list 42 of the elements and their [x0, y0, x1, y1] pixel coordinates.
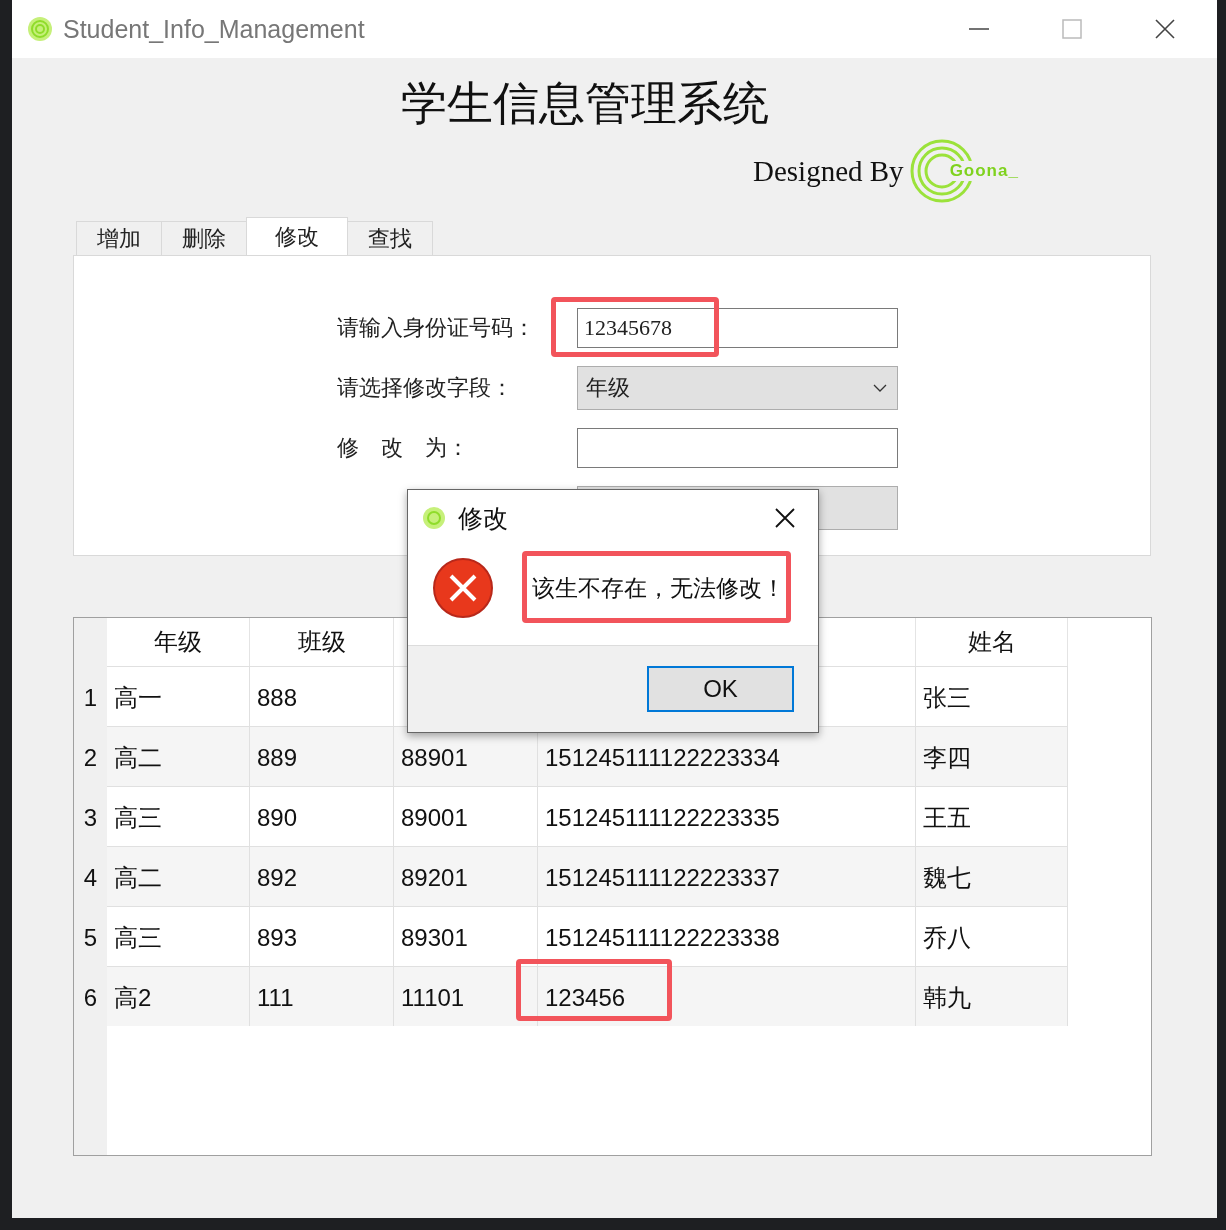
close-icon[interactable]: [1154, 18, 1176, 40]
table-cell: 高二: [107, 726, 250, 786]
logo-icon: [27, 16, 53, 42]
table-cell: 高二: [107, 846, 250, 906]
row-number: 3: [74, 786, 107, 846]
table-cell: 889: [250, 726, 394, 786]
input-field[interactable]: 12345678: [577, 308, 898, 348]
field-label: 修 改 为：: [337, 434, 470, 462]
credit-text: Designed By: [753, 154, 904, 188]
table-cell: 151245111122223334: [538, 726, 916, 786]
dialog-title: 修改: [458, 502, 508, 534]
close-icon[interactable]: [774, 507, 796, 529]
logo-text: Goona_: [949, 161, 1019, 181]
table-cell: 魏七: [916, 846, 1068, 906]
field-label: 请选择修改字段：: [337, 374, 514, 402]
table-cell: 韩九: [916, 966, 1068, 1026]
header-corner: [74, 618, 107, 666]
field-label: 请输入身份证号码：: [337, 314, 536, 342]
error-message: 该生不存在，无法修改！: [532, 574, 785, 601]
window-title: Student_Info_Management: [63, 14, 365, 44]
row-number: 6: [74, 966, 107, 1026]
error-icon: [432, 557, 494, 619]
tab[interactable]: 查找: [347, 221, 433, 255]
table-cell: 89201: [394, 846, 538, 906]
logo-icon: [422, 506, 446, 530]
input-field[interactable]: [577, 428, 898, 468]
ok-button[interactable]: OK: [647, 666, 794, 712]
tab[interactable]: 修改: [246, 217, 348, 255]
row-number: 4: [74, 846, 107, 906]
table-cell: 11101: [394, 966, 538, 1026]
table-cell: 151245111122223337: [538, 846, 916, 906]
tab[interactable]: 增加: [76, 221, 162, 255]
table-cell: 高2: [107, 966, 250, 1026]
table-cell: 李四: [916, 726, 1068, 786]
dropdown[interactable]: 年级: [577, 366, 898, 410]
app-title: 学生信息管理系统: [399, 78, 770, 130]
row-number: 1: [74, 666, 107, 726]
row-number: 2: [74, 726, 107, 786]
chevron-down-icon: [873, 384, 887, 392]
row-number: 5: [74, 906, 107, 966]
table-cell: 892: [250, 846, 394, 906]
table-cell: 111: [250, 966, 394, 1026]
